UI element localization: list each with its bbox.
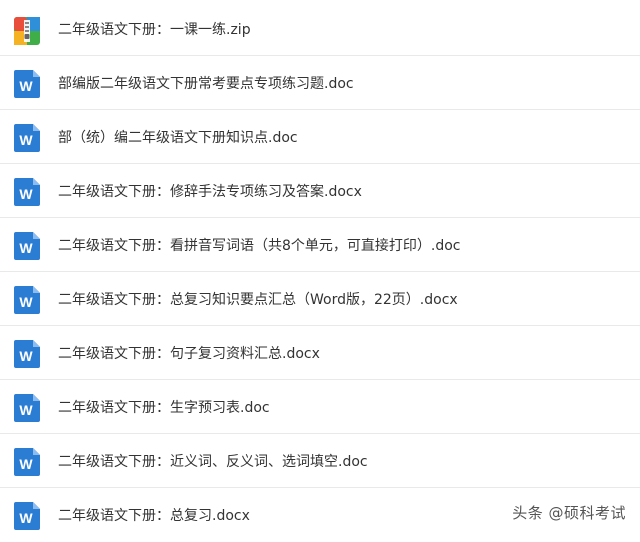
svg-text:W: W — [19, 402, 33, 418]
word-doc-icon: W — [13, 285, 41, 315]
svg-text:W: W — [19, 78, 33, 94]
file-row[interactable]: W 二年级语文下册：修辞手法专项练习及答案.docx — [0, 164, 640, 218]
svg-text:W: W — [19, 186, 33, 202]
word-doc-icon: W — [13, 393, 41, 423]
word-doc-icon: W — [13, 69, 41, 99]
word-doc-icon: W — [13, 231, 41, 261]
zip-archive-icon — [13, 16, 41, 46]
word-doc-icon: W — [13, 339, 41, 369]
svg-text:W: W — [19, 240, 33, 256]
file-name[interactable]: 二年级语文下册：总复习知识要点汇总（Word版，22页）.docx — [58, 272, 458, 325]
file-row[interactable]: W 部（统）编二年级语文下册知识点.doc — [0, 110, 640, 164]
file-name[interactable]: 二年级语文下册：修辞手法专项练习及答案.docx — [58, 164, 362, 217]
word-doc-icon: W — [13, 177, 41, 207]
file-row[interactable]: 二年级语文下册：一课一练.zip — [0, 3, 640, 56]
svg-text:W: W — [19, 456, 33, 472]
file-row[interactable]: W 二年级语文下册：看拼音写词语（共8个单元，可直接打印）.doc — [0, 218, 640, 272]
file-row[interactable]: W 二年级语文下册：总复习知识要点汇总（Word版，22页）.docx — [0, 272, 640, 326]
word-doc-icon: W — [13, 501, 41, 531]
svg-text:W: W — [19, 132, 33, 148]
file-name[interactable]: 二年级语文下册：看拼音写词语（共8个单元，可直接打印）.doc — [58, 218, 461, 271]
file-row[interactable]: W 二年级语文下册：句子复习资料汇总.docx — [0, 326, 640, 380]
word-doc-icon: W — [13, 123, 41, 153]
file-row[interactable]: W 部编版二年级语文下册常考要点专项练习题.doc — [0, 56, 640, 110]
file-name[interactable]: 二年级语文下册：总复习.docx — [58, 488, 250, 542]
file-name[interactable]: 二年级语文下册：生字预习表.doc — [58, 380, 270, 433]
word-doc-icon: W — [13, 447, 41, 477]
file-name[interactable]: 部编版二年级语文下册常考要点专项练习题.doc — [58, 56, 354, 109]
file-row[interactable]: W 二年级语文下册：近义词、反义词、选词填空.doc — [0, 434, 640, 488]
file-name[interactable]: 二年级语文下册：一课一练.zip — [58, 3, 251, 55]
watermark: 头条 @硕科考试 — [512, 504, 626, 522]
svg-text:W: W — [19, 294, 33, 310]
file-name[interactable]: 部（统）编二年级语文下册知识点.doc — [58, 110, 298, 163]
svg-text:W: W — [19, 510, 33, 526]
file-name[interactable]: 二年级语文下册：近义词、反义词、选词填空.doc — [58, 434, 368, 487]
file-name[interactable]: 二年级语文下册：句子复习资料汇总.docx — [58, 326, 320, 379]
file-list: 二年级语文下册：一课一练.zip W 部编版二年级语文下册常考要点专项练习题.d… — [0, 3, 640, 542]
svg-text:W: W — [19, 348, 33, 364]
file-row[interactable]: W 二年级语文下册：生字预习表.doc — [0, 380, 640, 434]
